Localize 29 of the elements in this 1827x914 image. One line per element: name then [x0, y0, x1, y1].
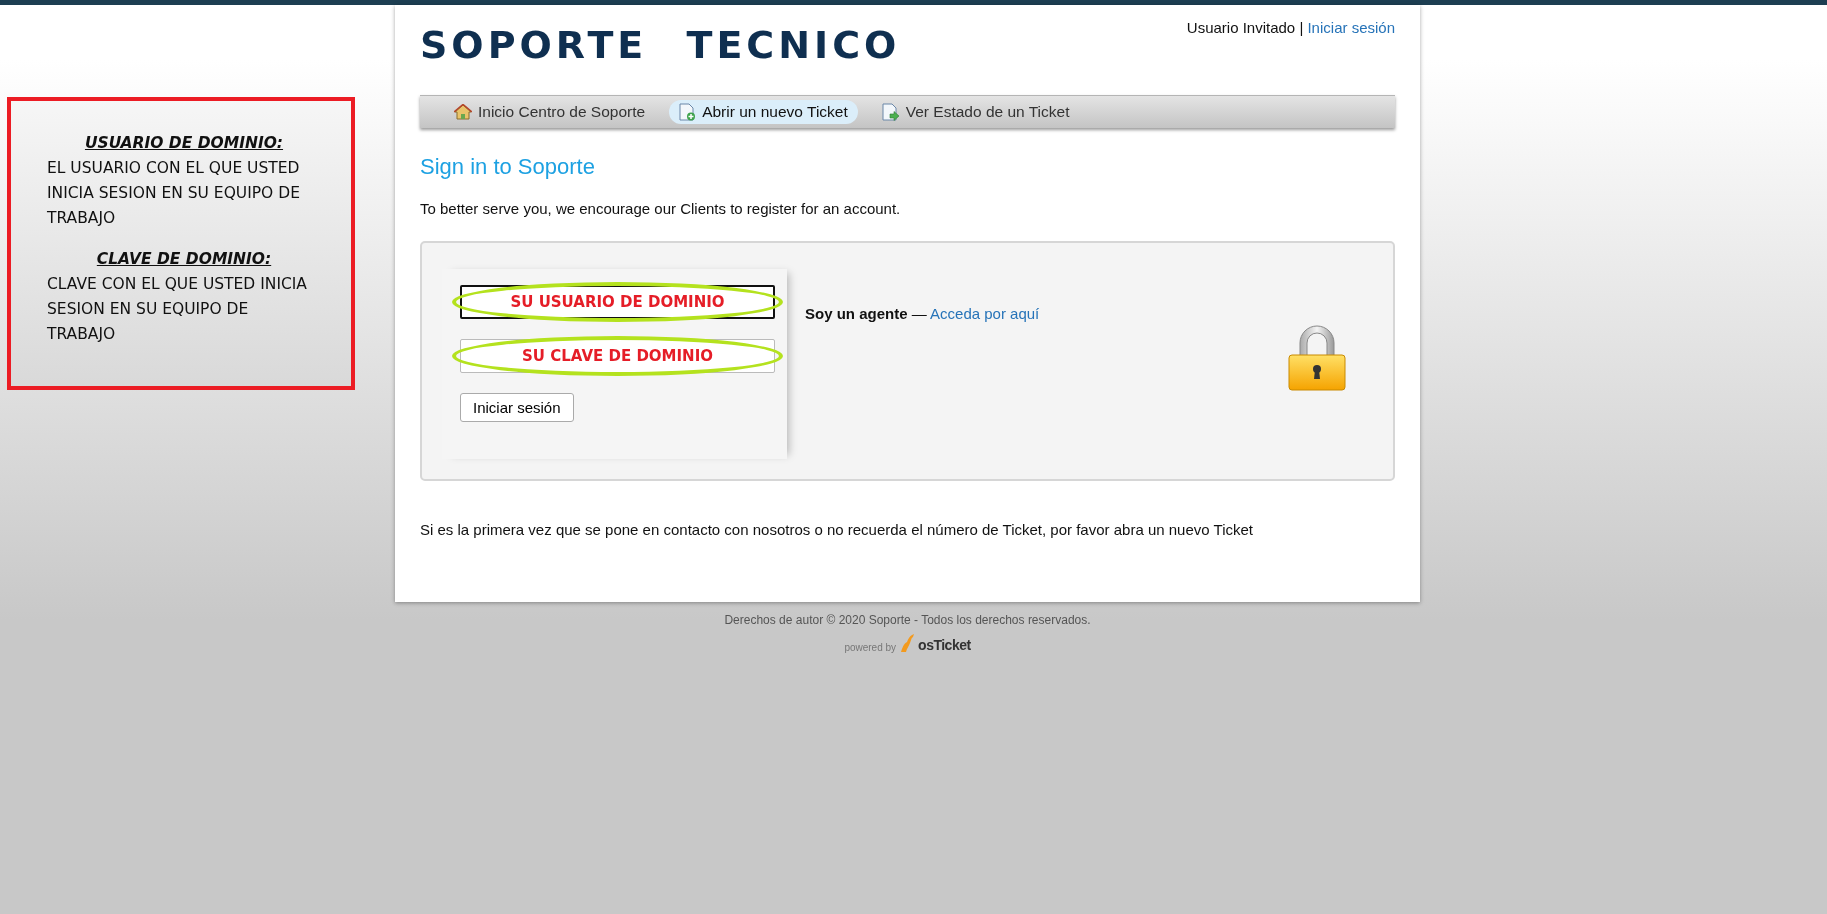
user-status: Usuario Invitado — [1186, 19, 1296, 36]
intro-text: To better serve you, we encourage our Clients to register for an account. — [420, 200, 902, 217]
notice-text: Si es la primera vez que se pone en contacto con nosotros o no recuerda el número de Ticket, por favor abra un nuevo Ticket — [420, 521, 1254, 538]
separator: | — [1299, 19, 1304, 36]
padlock-icon — [1287, 325, 1347, 391]
sign-in-link[interactable]: Iniciar sesión — [1307, 19, 1395, 36]
dash: — — [911, 305, 927, 322]
callout-oval: SU USUARIO DE DOMINIO — [452, 282, 783, 322]
note-heading: CLAVE DE DOMINIO: — [95, 249, 273, 270]
note-heading: USUARIO DE DOMINIO: — [83, 133, 285, 154]
nav-tab[interactable]: Ver Estado de un Ticket — [871, 100, 1080, 124]
login-field[interactable] — [460, 339, 775, 373]
agent-link[interactable]: Acceda por aquí — [930, 305, 1040, 322]
note-text: CLAVE CON EL QUE USTED INICIA SESION EN SU EQUIPO DE TRABAJO — [47, 274, 308, 345]
copyright-text: Derechos de autor © 2020 Soporte - Todos los derechos reservados. — [723, 613, 1092, 627]
site-logo: SOPORTE TECNICO — [420, 23, 901, 69]
document-add-icon — [679, 103, 697, 121]
powered-by-text: powered by — [844, 642, 897, 653]
callout-oval: SU CLAVE DE DOMINIO — [452, 336, 783, 376]
agent-label: Soy un agente — [805, 305, 908, 322]
note-text: EL USUARIO CON EL QUE USTED INICIA SESION EN SU EQUIPO DE TRABAJO — [47, 158, 301, 229]
nav-tab[interactable]: Inicio Centro de Soporte — [444, 100, 656, 124]
login-field[interactable] — [460, 285, 775, 319]
page-heading: Sign in to Soporte — [420, 154, 596, 180]
brand-logo: osTicket — [918, 637, 971, 653]
sign-in-button[interactable]: Iniciar sesión — [460, 393, 574, 422]
nav-tab[interactable]: Abrir un nuevo Ticket — [669, 100, 858, 124]
house-icon — [454, 104, 472, 120]
document-arrow-icon — [881, 103, 900, 121]
